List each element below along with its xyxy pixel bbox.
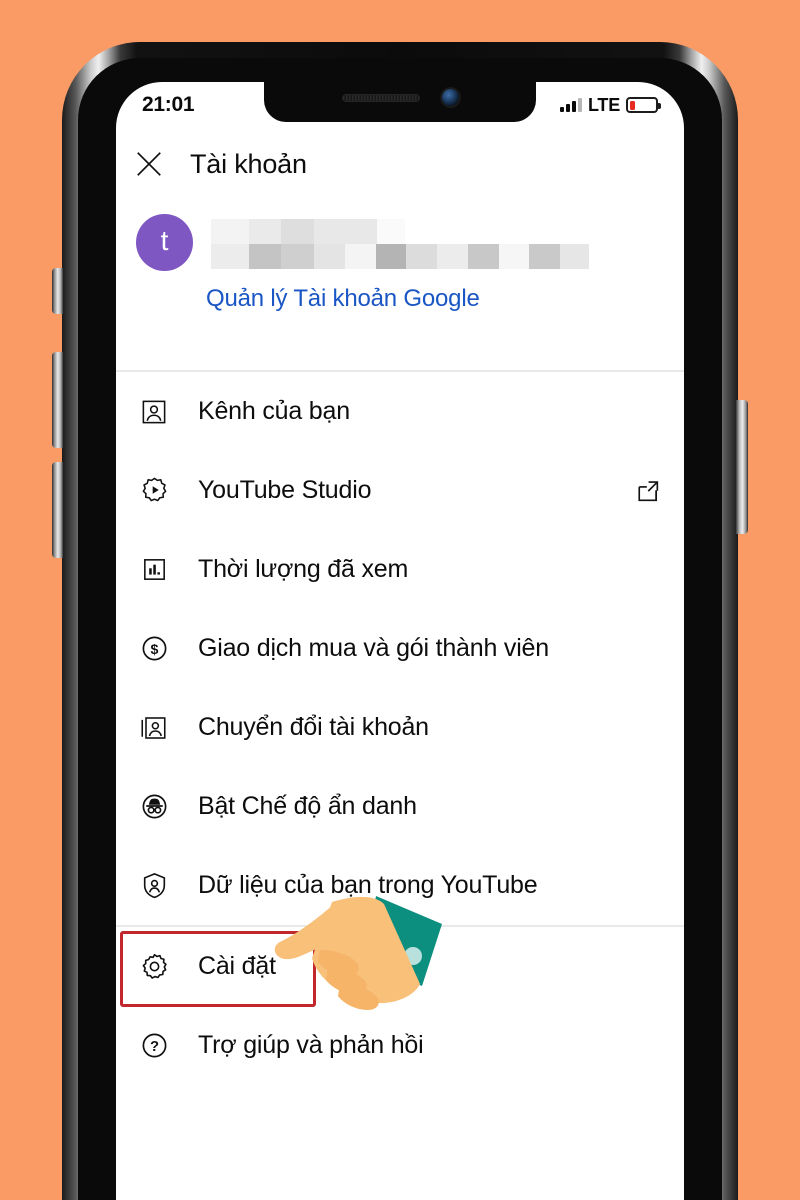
menu-item-settings[interactable]: Cài đặt — [116, 927, 684, 1007]
account-block: t Quản lý Tài khoản Google — [116, 202, 684, 335]
front-camera-icon — [441, 89, 459, 106]
earpiece-speaker-icon — [341, 93, 420, 102]
battery-fill — [629, 100, 635, 110]
volume-down-button[interactable] — [52, 352, 63, 448]
status-indicators: LTE — [559, 94, 661, 116]
watch-time-chart-icon — [138, 554, 170, 586]
menu-item-label: Chuyển đổi tài khoản — [198, 713, 429, 741]
account-row[interactable]: t — [116, 214, 684, 271]
menu-item-label: Thời lượng đã xem — [198, 555, 409, 583]
incognito-icon — [138, 791, 170, 823]
menu-item-label: Trợ giúp và phản hồi — [198, 1031, 424, 1059]
studio-gear-play-icon — [138, 475, 170, 507]
manage-google-account-link[interactable]: Quản lý Tài khoản Google — [206, 285, 684, 313]
avatar[interactable]: t — [136, 214, 193, 271]
menu-item-your-data-in-youtube[interactable]: Dữ liệu của bạn trong YouTube — [116, 846, 684, 925]
account-menu-list: Kênh của bạn YouTube Studio Thời lượng đ… — [116, 372, 684, 1085]
switch-account-icon — [138, 712, 170, 744]
phone-screen: 21:01 LTE Tài khoản t Quản lý Tài khoản … — [116, 82, 684, 1200]
open-in-new-icon — [638, 480, 659, 501]
power-button[interactable] — [736, 400, 748, 534]
svg-text:?: ? — [149, 1039, 158, 1055]
volume-up-button[interactable] — [52, 462, 63, 558]
silent-switch-button[interactable] — [52, 268, 63, 314]
menu-item-label: Giao dịch mua và gói thành viên — [198, 634, 549, 662]
menu-item-youtube-studio[interactable]: YouTube Studio — [116, 451, 684, 530]
help-question-icon: ? — [138, 1030, 170, 1062]
account-identity-redacted — [211, 218, 589, 269]
menu-item-label: Kênh của bạn — [198, 397, 350, 425]
dollar-circle-icon: $ — [138, 633, 170, 665]
menu-item-your-channel[interactable]: Kênh của bạn — [116, 372, 684, 451]
close-icon[interactable] — [134, 149, 164, 179]
account-email-redacted — [211, 243, 589, 269]
menu-item-watch-time[interactable]: Thời lượng đã xem — [116, 530, 684, 609]
gear-icon — [138, 951, 170, 983]
menu-item-help-feedback[interactable]: ? Trợ giúp và phản hồi — [116, 1006, 684, 1085]
page-title: Tài khoản — [190, 148, 307, 179]
menu-item-label: YouTube Studio — [198, 476, 372, 504]
svg-text:$: $ — [150, 642, 158, 658]
battery-icon — [626, 97, 661, 113]
menu-item-incognito[interactable]: Bật Chế độ ẩn danh — [116, 767, 684, 846]
menu-item-purchases-memberships[interactable]: $ Giao dịch mua và gói thành viên — [116, 609, 684, 688]
network-type-label: LTE — [587, 94, 620, 115]
account-name-redacted — [211, 218, 589, 244]
shield-person-icon — [138, 870, 170, 902]
menu-item-label: Cài đặt — [198, 952, 276, 980]
signal-strength-icon — [559, 98, 582, 112]
status-time: 21:01 — [142, 93, 195, 116]
menu-item-label: Dữ liệu của bạn trong YouTube — [198, 871, 538, 899]
menu-item-switch-account[interactable]: Chuyển đổi tài khoản — [116, 688, 684, 767]
menu-item-label: Bật Chế độ ẩn danh — [198, 792, 417, 820]
app-header: Tài khoản — [116, 126, 684, 202]
channel-person-icon — [138, 396, 170, 428]
device-notch — [264, 82, 536, 122]
